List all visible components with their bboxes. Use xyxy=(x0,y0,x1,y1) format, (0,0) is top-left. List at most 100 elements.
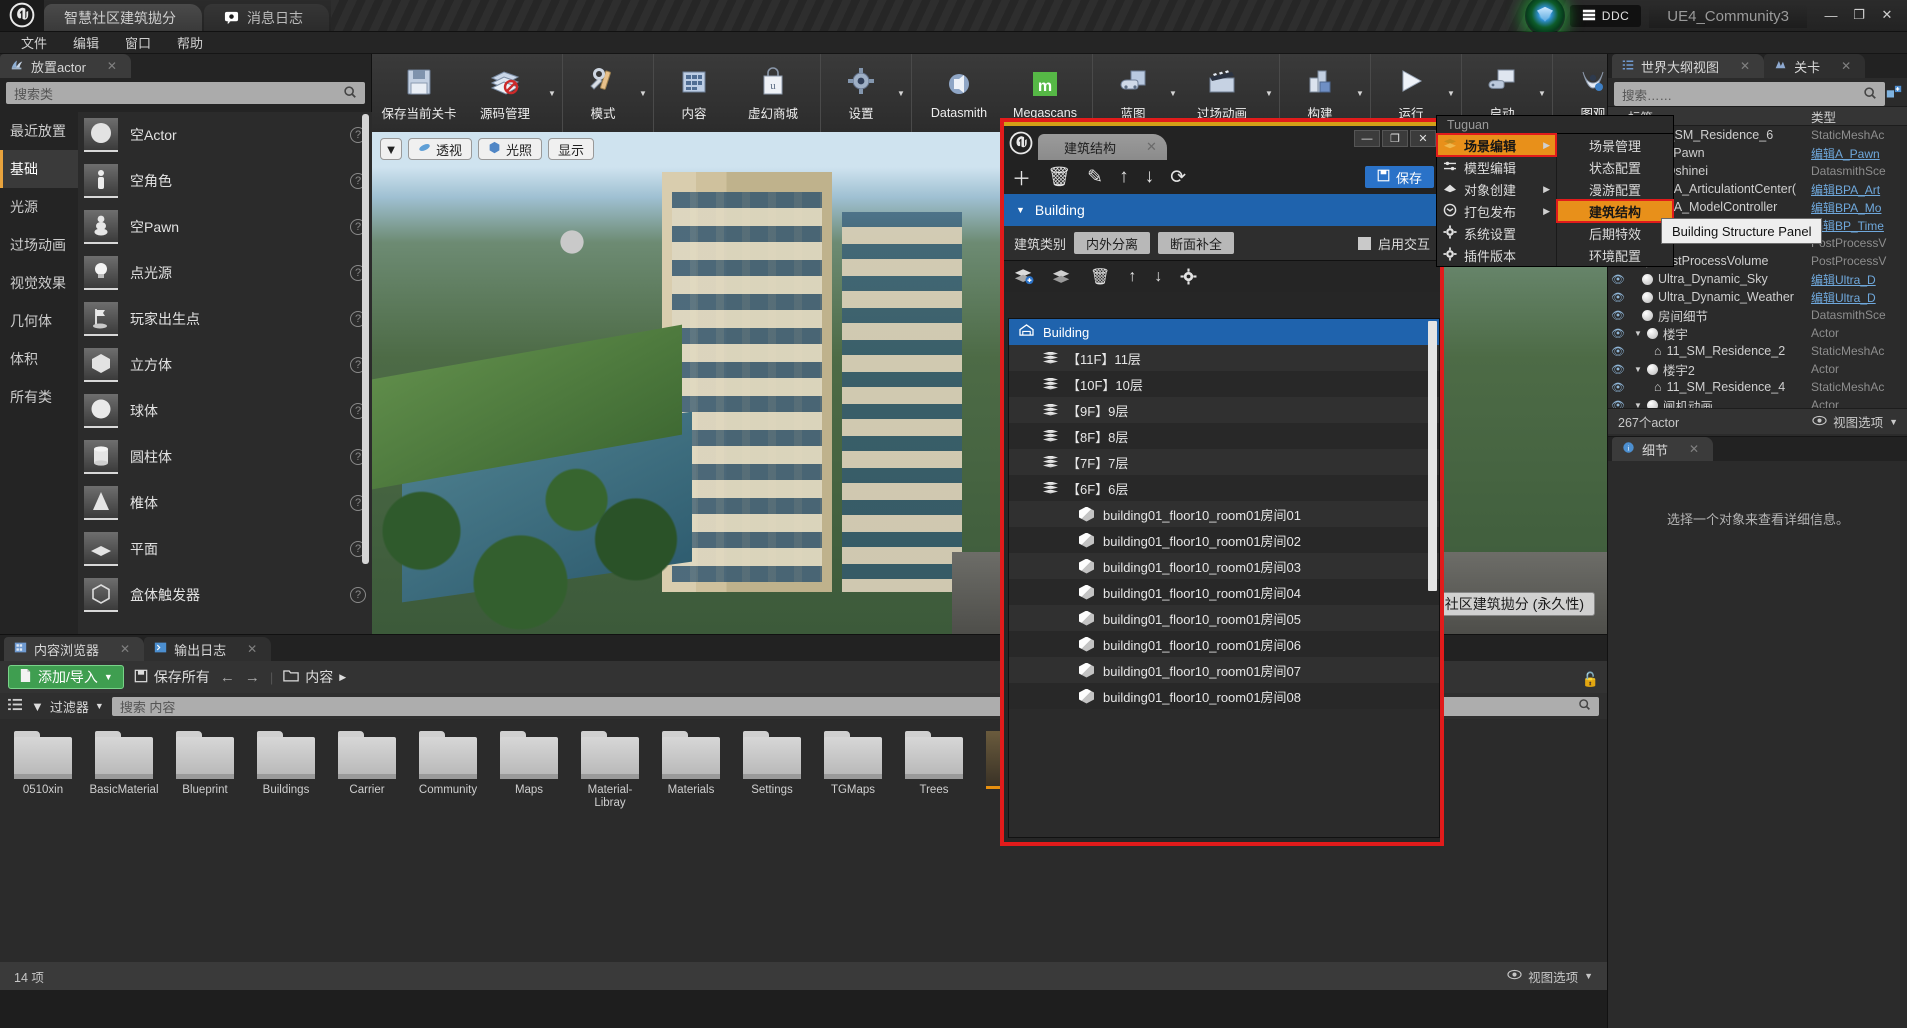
filters-button[interactable]: ▼ 过滤器 ▼ xyxy=(31,697,104,716)
view-options-button[interactable]: 视图选项 ▼ xyxy=(1507,967,1593,986)
viewport-lit-button[interactable]: 光照 xyxy=(478,138,543,160)
save-all-button[interactable]: 保存所有 xyxy=(134,667,210,687)
delete-layer-icon[interactable]: 🗑 xyxy=(1090,267,1110,287)
content-button[interactable]: 内容 xyxy=(658,54,730,132)
menu-item-system-settings[interactable]: 系统设置 xyxy=(1437,222,1556,244)
folder-item[interactable]: Settings xyxy=(737,731,807,810)
close-icon[interactable]: ✕ xyxy=(1841,59,1851,73)
modal-window-controls[interactable]: — ❐ ✕ xyxy=(1354,130,1436,147)
save-current-level-button[interactable]: 保存当前关卡 xyxy=(376,54,462,132)
close-icon[interactable]: ✕ xyxy=(107,59,117,73)
tree-row[interactable]: 【9F】9层 xyxy=(1009,397,1439,423)
content-path-button[interactable]: 内容 ▶ xyxy=(283,667,346,687)
nav-back-icon[interactable]: ← xyxy=(220,669,235,686)
expander-icon[interactable]: ▼ xyxy=(1634,329,1642,338)
category-recent[interactable]: 最近放置 xyxy=(0,112,78,150)
tree-row[interactable]: building01_floor10_room01房间08 xyxy=(1009,683,1439,709)
menu-item-object-create[interactable]: 对象创建 ▶ xyxy=(1437,178,1556,200)
delete-icon[interactable]: 🗑 xyxy=(1047,165,1071,189)
tree-scrollbar[interactable] xyxy=(1428,321,1437,591)
menu-file[interactable]: 文件 xyxy=(8,33,60,52)
move-down-icon[interactable]: ↓ xyxy=(1154,268,1162,286)
add-icon[interactable]: ＋ xyxy=(1012,164,1031,191)
minimize-button[interactable]: — xyxy=(1817,5,1845,25)
folder-item[interactable]: Trees xyxy=(899,731,969,810)
list-item[interactable]: 空Actor ? xyxy=(78,112,372,158)
modes-button[interactable]: 模式 xyxy=(567,54,639,132)
duplicate-layer-icon[interactable] xyxy=(1052,268,1072,285)
submenu-item-roam-config[interactable]: 漫游配置 xyxy=(1557,178,1673,200)
visibility-icon[interactable]: 👁 xyxy=(1608,345,1628,358)
menu-item-package-publish[interactable]: 打包发布 ▶ xyxy=(1437,200,1556,222)
close-icon[interactable]: ✕ xyxy=(120,642,130,656)
tab-message-log[interactable]: 消息日志 xyxy=(204,4,329,31)
sources-toggle-icon[interactable] xyxy=(8,698,23,714)
outliner-search-input[interactable]: 搜索…… xyxy=(1614,82,1885,106)
outliner-row-type[interactable]: 编辑BPA_Art xyxy=(1811,181,1907,198)
category-basic[interactable]: 基础 xyxy=(0,150,78,188)
settings-caret-icon[interactable]: ▼ xyxy=(897,89,907,98)
modal-tab[interactable]: 建筑结构 ✕ xyxy=(1038,134,1167,160)
tab-output-log[interactable]: 输出日志 ✕ xyxy=(144,637,272,661)
list-item[interactable]: 椎体 ? xyxy=(78,480,372,526)
folder-item[interactable]: Buildings xyxy=(251,731,321,810)
tree-row[interactable]: building01_floor10_room01房间03 xyxy=(1009,553,1439,579)
folder-item[interactable]: Maps xyxy=(494,731,564,810)
outliner-row-type[interactable]: 编辑BP_Time xyxy=(1811,217,1907,234)
close-icon[interactable]: ✕ xyxy=(1740,59,1750,73)
submenu-item-building-structure[interactable]: 建筑结构 xyxy=(1556,199,1674,223)
category-cinematic[interactable]: 过场动画 xyxy=(0,226,78,264)
tree-row[interactable]: 【10F】10层 xyxy=(1009,371,1439,397)
outliner-row-type[interactable]: 编辑Ultra_D xyxy=(1811,289,1907,306)
submenu-item-state-config[interactable]: 状态配置 xyxy=(1557,156,1673,178)
tree-row[interactable]: Building xyxy=(1009,319,1439,345)
tree-row[interactable]: building01_floor10_room01房间02 xyxy=(1009,527,1439,553)
category-all-classes[interactable]: 所有类 xyxy=(0,378,78,416)
tree-row[interactable]: 【8F】8层 xyxy=(1009,423,1439,449)
tree-row[interactable]: building01_floor10_room01房间05 xyxy=(1009,605,1439,631)
outliner-row-type[interactable]: 编辑A_Pawn xyxy=(1811,145,1907,162)
modes-caret-icon[interactable]: ▼ xyxy=(639,89,649,98)
table-row[interactable]: 👁 ⌂ 11_SM_Residence_4 StaticMeshAc xyxy=(1608,378,1907,396)
source-control-button[interactable]: 源码管理 xyxy=(462,54,548,132)
expander-icon[interactable]: ▼ xyxy=(1016,205,1025,215)
launch-caret-icon[interactable]: ▼ xyxy=(1538,89,1548,98)
tree-row[interactable]: building01_floor10_room01房间07 xyxy=(1009,657,1439,683)
menu-edit[interactable]: 编辑 xyxy=(60,33,112,52)
marketplace-button[interactable]: u 虚幻商城 xyxy=(730,54,816,132)
folder-item[interactable]: Community xyxy=(413,731,483,810)
table-row[interactable]: 👁 Ultra_Dynamic_Weather 编辑Ultra_D xyxy=(1608,288,1907,306)
nav-forward-icon[interactable]: → xyxy=(245,669,260,686)
viewport-menu-button[interactable]: ▼ xyxy=(380,138,402,160)
menu-help[interactable]: 帮助 xyxy=(164,33,216,52)
folder-item[interactable]: TGMaps xyxy=(818,731,888,810)
list-item[interactable]: 平面 ? xyxy=(78,526,372,572)
list-item[interactable]: 玩家出生点 ? xyxy=(78,296,372,342)
table-row[interactable]: 👁 ⌂ 11_SM_Residence_2 StaticMeshAc xyxy=(1608,342,1907,360)
close-icon[interactable]: ✕ xyxy=(247,642,257,656)
category-lights[interactable]: 光源 xyxy=(0,188,78,226)
table-row[interactable]: 👁 ▼ 楼宇 Actor xyxy=(1608,324,1907,342)
visibility-icon[interactable]: 👁 xyxy=(1608,309,1628,322)
modal-minimize-button[interactable]: — xyxy=(1354,130,1380,147)
viewport-perspective-button[interactable]: 透视 xyxy=(408,138,473,160)
folder-item[interactable]: Material-Libray xyxy=(575,731,645,810)
add-import-button[interactable]: 添加/导入 ▼ xyxy=(8,665,124,689)
visibility-icon[interactable]: 👁 xyxy=(1608,291,1628,304)
list-item[interactable]: 球体 ? xyxy=(78,388,372,434)
expander-icon[interactable]: ▼ xyxy=(1634,365,1642,374)
move-down-icon[interactable]: ↓ xyxy=(1145,166,1155,188)
folder-item[interactable]: 0510xin xyxy=(8,731,78,810)
tree-row[interactable]: 【7F】7层 xyxy=(1009,449,1439,475)
close-button[interactable]: ✕ xyxy=(1873,5,1901,25)
modal-close-button[interactable]: ✕ xyxy=(1410,130,1436,147)
tree-row[interactable]: building01_floor10_room01房间01 xyxy=(1009,501,1439,527)
menu-window[interactable]: 窗口 xyxy=(112,33,164,52)
outliner-row-type[interactable]: 编辑BPA_Mo xyxy=(1811,199,1907,216)
visibility-icon[interactable]: 👁 xyxy=(1608,363,1628,376)
search-class-input[interactable]: 搜索类 xyxy=(6,82,365,104)
datasmith-button[interactable]: Datasmith xyxy=(916,54,1002,132)
table-row[interactable]: 👁 ▼ 楼宇2 Actor xyxy=(1608,360,1907,378)
menu-item-scene-edit[interactable]: 场景编辑 ▶ xyxy=(1436,133,1557,157)
tab-details[interactable]: i 细节 ✕ xyxy=(1612,437,1714,461)
